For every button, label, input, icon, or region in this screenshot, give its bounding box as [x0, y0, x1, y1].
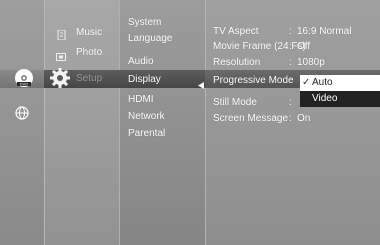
setting-label-resolution[interactable]: Resolution: [213, 57, 260, 69]
setting-value-movie-frame: Off: [297, 41, 311, 52]
gear-icon: [49, 67, 71, 89]
setup-screen: DVD Music Photo Setup System Language Au…: [0, 0, 380, 245]
globe-icon[interactable]: [15, 106, 29, 120]
photo-icon: [56, 48, 66, 61]
setup-menu-item-system[interactable]: System: [128, 17, 161, 29]
setting-value-resolution: 1080p: [297, 57, 325, 68]
device-column: [0, 0, 44, 245]
setting-label-screen-message[interactable]: Screen Message: [213, 113, 288, 125]
setup-menu-item-language[interactable]: Language: [128, 33, 173, 45]
left-arrow-icon: [198, 76, 204, 89]
setting-colon: :: [289, 75, 292, 86]
setting-colon: :: [289, 113, 292, 124]
dropdown-option-auto[interactable]: ✓ Auto: [300, 75, 380, 91]
setting-colon: :: [289, 41, 292, 52]
main-menu-item-setup[interactable]: Setup: [76, 73, 102, 85]
setting-label-tv-aspect[interactable]: TV Aspect: [213, 26, 259, 38]
setting-colon: :: [289, 26, 292, 37]
setting-label-progressive-mode[interactable]: Progressive Mode: [213, 75, 294, 87]
dropdown-option-label: Video: [312, 93, 338, 104]
setting-colon: :: [289, 97, 292, 108]
setting-colon: :: [289, 57, 292, 68]
main-menu-item-music[interactable]: Music: [76, 27, 102, 39]
svg-text:DVD: DVD: [20, 82, 29, 87]
setup-menu-item-network[interactable]: Network: [128, 111, 165, 123]
setup-menu-item-parental[interactable]: Parental: [128, 128, 165, 140]
setup-menu-item-display[interactable]: Display: [128, 74, 161, 86]
dvd-disc-icon[interactable]: DVD: [14, 68, 34, 88]
setting-value-screen-message: On: [297, 113, 311, 124]
setup-menu-item-hdmi[interactable]: HDMI: [128, 94, 154, 106]
setting-label-still-mode[interactable]: Still Mode: [213, 97, 257, 109]
dropdown-option-label: Auto: [312, 77, 333, 88]
main-menu-item-photo[interactable]: Photo: [76, 47, 102, 59]
dropdown-option-video[interactable]: Video: [300, 91, 380, 107]
check-icon: ✓: [302, 77, 311, 88]
setting-value-tv-aspect: 16:9 Normal: [297, 26, 352, 37]
progressive-mode-dropdown: ✓ Auto Video: [300, 75, 380, 107]
music-icon: [57, 27, 66, 41]
setup-menu-item-audio[interactable]: Audio: [128, 56, 154, 68]
